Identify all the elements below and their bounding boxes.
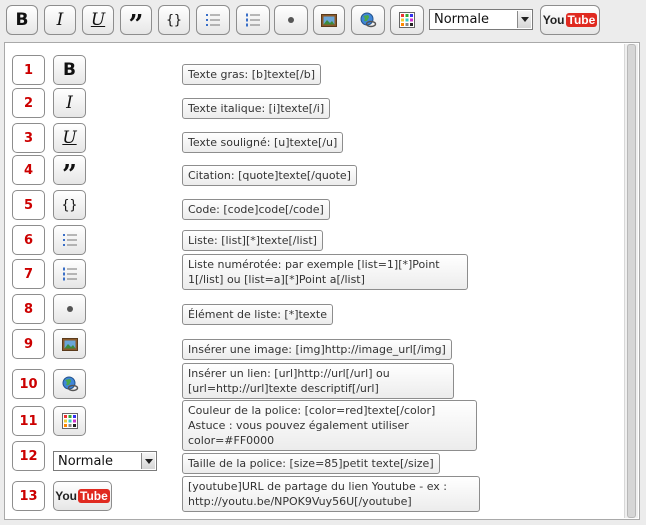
help-row-number: 10: [12, 369, 45, 399]
font-size-select[interactable]: Normale: [429, 9, 533, 30]
help-description: Insérer une image: [img]http://image_url…: [182, 339, 452, 360]
list-item-button[interactable]: [274, 5, 308, 35]
help-numbered-list-button[interactable]: [53, 259, 86, 289]
help-image-button[interactable]: [53, 329, 86, 359]
help-row-number: 11: [12, 406, 45, 436]
code-icon: {}: [166, 12, 182, 28]
youtube-logo-icon: You Tube: [542, 13, 598, 27]
list-icon: [62, 234, 77, 246]
help-row-number: 1: [12, 55, 45, 85]
font-size-select-value: Normale: [434, 12, 490, 27]
help-underline-button[interactable]: U: [53, 123, 86, 153]
help-row-number: 6: [12, 225, 45, 255]
help-description: Liste numérotée: par exemple [list=1][*]…: [182, 254, 468, 290]
code-button[interactable]: {}: [158, 5, 190, 35]
help-row-number: 4: [12, 155, 45, 185]
help-row-number: 13: [12, 481, 45, 511]
help-description: Élément de liste: [*]texte: [182, 304, 333, 325]
italic-icon: I: [56, 10, 64, 30]
list-button[interactable]: [196, 5, 230, 35]
help-row-number: 12: [12, 441, 45, 471]
underline-icon: U: [90, 10, 106, 30]
numbered-list-icon: [246, 13, 260, 27]
link-globe-icon: [360, 12, 377, 28]
help-color-button[interactable]: [53, 406, 86, 436]
help-row-number: 9: [12, 329, 45, 359]
help-description: Texte gras: [b]texte[/b]: [182, 64, 322, 85]
help-list-button[interactable]: [53, 225, 86, 255]
quote-button[interactable]: ”: [120, 5, 152, 40]
help-link-button[interactable]: [53, 369, 86, 399]
help-row-number: 3: [12, 123, 45, 153]
help-description: Couleur de la police: [color=red]texte[/…: [182, 400, 477, 451]
chevron-down-icon: [141, 453, 155, 469]
link-button[interactable]: [351, 5, 385, 35]
image-icon: [321, 13, 337, 27]
help-description: Insérer un lien: [url]http://url[/url] o…: [182, 363, 454, 399]
help-description: Code: [code]code[/code]: [182, 199, 330, 220]
italic-icon: I: [66, 93, 73, 113]
help-row-number: 5: [12, 190, 45, 220]
help-row-number: 7: [12, 259, 45, 289]
help-row-number: 2: [12, 88, 45, 118]
help-row-number: 8: [12, 294, 45, 324]
youtube-button[interactable]: You Tube: [540, 5, 600, 35]
chevron-down-icon: [517, 11, 531, 28]
underline-button[interactable]: U: [82, 5, 114, 35]
color-button[interactable]: [390, 5, 424, 35]
scrollbar-thumb[interactable]: [627, 44, 636, 518]
quote-icon: ”: [128, 10, 144, 40]
help-quote-button[interactable]: ”: [53, 155, 86, 190]
help-description: Citation: [quote]texte[/quote]: [182, 165, 357, 186]
list-icon: [206, 14, 220, 26]
bold-button[interactable]: B: [6, 5, 38, 35]
help-italic-button[interactable]: I: [53, 88, 86, 118]
numbered-list-button[interactable]: [236, 5, 270, 35]
numbered-list-icon: [62, 267, 77, 281]
color-palette-icon: [399, 12, 415, 28]
bullet-icon: [66, 306, 73, 312]
code-icon: {}: [61, 197, 78, 213]
link-globe-icon: [62, 376, 78, 392]
color-palette-icon: [61, 413, 78, 429]
italic-button[interactable]: I: [44, 5, 76, 35]
help-list-item-button[interactable]: [53, 294, 86, 324]
bullet-icon: [288, 17, 294, 23]
help-bold-button[interactable]: B: [53, 55, 86, 85]
help-description: [youtube]URL de partage du lien Youtube …: [182, 476, 480, 512]
help-description: Taille de la police: [size=85]petit text…: [182, 453, 440, 474]
help-description: Texte souligné: [u]texte[/u]: [182, 132, 344, 153]
font-size-select-value: Normale: [58, 453, 114, 469]
image-button[interactable]: [313, 5, 345, 35]
bold-icon: B: [63, 60, 76, 80]
help-description: Texte italique: [i]texte[/i]: [182, 98, 331, 119]
underline-icon: U: [62, 128, 77, 148]
help-code-button[interactable]: {}: [53, 190, 86, 220]
help-description: Liste: [list][*]texte[/list]: [182, 230, 323, 251]
youtube-logo-icon: You Tube: [55, 489, 110, 503]
image-icon: [61, 337, 78, 351]
help-font-size-select[interactable]: Normale: [53, 451, 157, 471]
help-youtube-button[interactable]: You Tube: [53, 481, 112, 511]
vertical-scrollbar[interactable]: [624, 44, 638, 518]
quote-icon: ”: [62, 160, 77, 190]
bold-icon: B: [15, 10, 29, 30]
